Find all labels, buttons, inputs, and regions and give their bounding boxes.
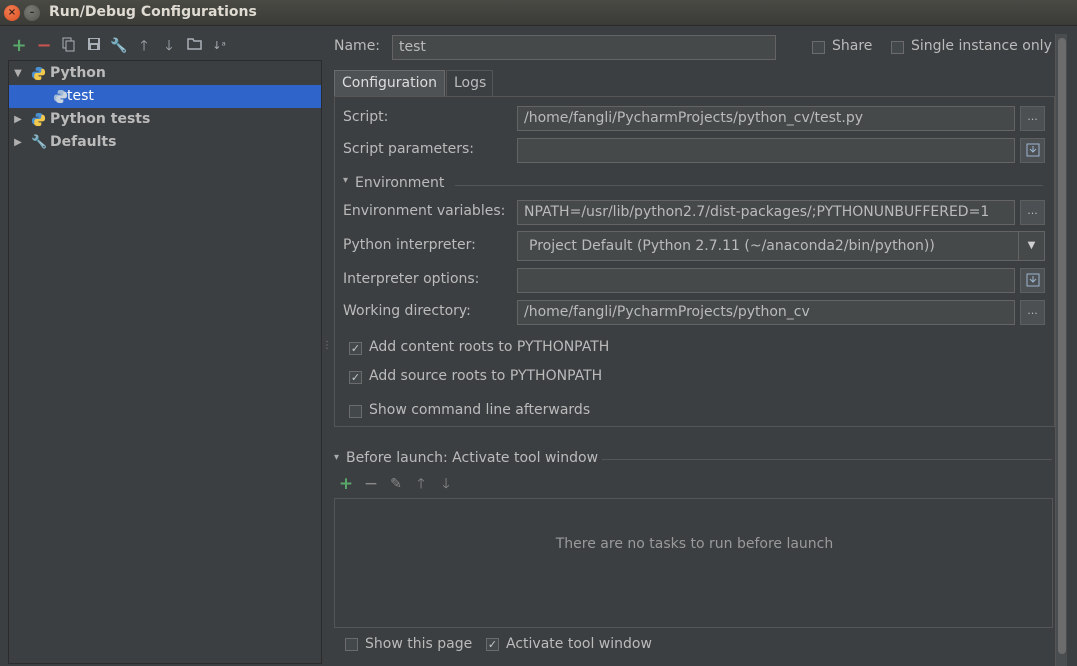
script-parameters-label: Script parameters:: [343, 141, 474, 157]
working-directory-label: Working directory:: [343, 303, 471, 319]
python-config-icon: [53, 89, 68, 104]
python-interpreter-select[interactable]: Project Default (Python 2.7.11 (~/anacon…: [517, 231, 1045, 261]
arrow-down-icon[interactable]: 🡓: [160, 37, 178, 55]
script-label: Script:: [343, 109, 389, 125]
window-close-icon[interactable]: ×: [4, 5, 20, 21]
python-icon: [31, 66, 46, 81]
environment-variables-input[interactable]: NPATH=/usr/lib/python2.7/dist-packages/;…: [517, 200, 1015, 225]
add-source-roots-label: Add source roots to PYTHONPATH: [369, 368, 603, 384]
wrench-icon[interactable]: 🔧: [110, 37, 128, 55]
interpreter-options-input[interactable]: [517, 268, 1015, 293]
single-instance-checkbox[interactable]: [891, 41, 904, 54]
environment-section-title: Environment: [355, 175, 445, 191]
expand-arrow-icon[interactable]: ▼: [12, 62, 24, 85]
tree-node-python-tests[interactable]: ▶ Python tests: [9, 108, 321, 131]
expand-options-icon[interactable]: [1020, 268, 1045, 293]
collapse-before-launch-icon[interactable]: ▾: [334, 452, 339, 463]
tree-node-label: test: [67, 88, 94, 104]
name-label: Name:: [334, 38, 381, 54]
title-bar: × – Run/Debug Configurations: [0, 0, 1077, 26]
tree-node-defaults[interactable]: ▶ 🔧 Defaults: [9, 131, 321, 154]
share-label: Share: [832, 38, 873, 54]
configurations-pane: + − 🔧 🡑 🡓 ↓ᵃ ▼ Python test ▶ Python test…: [0, 27, 322, 666]
tab-configuration[interactable]: Configuration: [334, 70, 445, 97]
scrollbar-thumb[interactable]: [1058, 38, 1066, 654]
tree-node-test[interactable]: test: [9, 85, 321, 108]
minus-icon[interactable]: −: [35, 37, 53, 55]
window-minimize-icon[interactable]: –: [24, 5, 40, 21]
vertical-scrollbar[interactable]: [1055, 34, 1067, 666]
working-directory-input[interactable]: /home/fangli/PycharmProjects/python_cv: [517, 300, 1015, 325]
folder-icon[interactable]: [185, 37, 203, 55]
copy-icon[interactable]: [60, 37, 78, 55]
collapse-environment-icon[interactable]: ▾: [343, 175, 348, 186]
environment-variables-label: Environment variables:: [343, 203, 506, 219]
browse-working-dir-button[interactable]: ...: [1020, 300, 1045, 325]
expand-parameters-icon[interactable]: [1020, 138, 1045, 163]
python-tests-icon: [31, 112, 46, 127]
before-launch-task-list[interactable]: There are no tasks to run before launch: [334, 498, 1053, 628]
single-instance-label: Single instance only: [911, 38, 1052, 54]
show-command-line-checkbox[interactable]: [349, 405, 362, 418]
tree-node-python[interactable]: ▼ Python: [9, 62, 321, 85]
browse-script-button[interactable]: ...: [1020, 106, 1045, 131]
move-task-down-icon[interactable]: 🡓: [438, 475, 454, 493]
share-checkbox[interactable]: [812, 41, 825, 54]
python-interpreter-label: Python interpreter:: [343, 237, 476, 253]
empty-tasks-message: There are no tasks to run before launch: [555, 536, 834, 552]
show-this-page-checkbox[interactable]: [345, 638, 358, 651]
configuration-editor: Name: test Share Single instance only Co…: [326, 27, 1077, 666]
tree-node-label: Python: [50, 65, 106, 81]
chevron-down-icon[interactable]: ▼: [1018, 232, 1044, 260]
activate-tool-window-checkbox[interactable]: ✓: [486, 638, 499, 651]
before-launch-title: Before launch: Activate tool window: [346, 450, 599, 466]
configurations-tree[interactable]: ▼ Python test ▶ Python tests ▶ 🔧 Default…: [8, 60, 322, 664]
add-source-roots-checkbox[interactable]: ✓: [349, 371, 362, 384]
activate-tool-window-label: Activate tool window: [506, 636, 652, 652]
edit-task-icon[interactable]: ✎: [388, 475, 404, 493]
tree-node-label: Python tests: [50, 111, 151, 127]
environment-separator: [455, 185, 1043, 186]
edit-env-vars-button[interactable]: ...: [1020, 200, 1045, 225]
add-content-roots-label: Add content roots to PYTHONPATH: [369, 339, 610, 355]
script-parameters-input[interactable]: [517, 138, 1015, 163]
expand-arrow-icon[interactable]: ▶: [12, 131, 24, 154]
wrench-icon: 🔧: [31, 135, 48, 150]
show-this-page-label: Show this page: [365, 636, 473, 652]
configuration-panel: Script: /home/fangli/PycharmProjects/pyt…: [334, 96, 1055, 427]
add-content-roots-checkbox[interactable]: ✓: [349, 342, 362, 355]
add-task-icon[interactable]: +: [338, 475, 354, 493]
move-task-up-icon[interactable]: 🡑: [413, 475, 429, 493]
plus-icon[interactable]: +: [10, 37, 28, 55]
window-title: Run/Debug Configurations: [49, 4, 257, 20]
tree-toolbar: + − 🔧 🡑 🡓 ↓ᵃ: [8, 37, 318, 55]
script-input[interactable]: /home/fangli/PycharmProjects/python_cv/t…: [517, 106, 1015, 131]
arrow-up-icon[interactable]: 🡑: [135, 37, 153, 55]
save-icon[interactable]: [85, 37, 103, 55]
remove-task-icon[interactable]: −: [363, 475, 379, 493]
before-launch-separator: [602, 459, 1052, 460]
expand-arrow-icon[interactable]: ▶: [12, 108, 24, 131]
show-command-line-label: Show command line afterwards: [369, 402, 591, 418]
name-input[interactable]: test: [392, 35, 776, 60]
tree-node-label: Defaults: [50, 134, 117, 150]
sort-icon[interactable]: ↓ᵃ: [210, 37, 228, 55]
python-interpreter-value: Project Default (Python 2.7.11 (~/anacon…: [529, 238, 935, 254]
tab-logs[interactable]: Logs: [446, 70, 493, 97]
interpreter-options-label: Interpreter options:: [343, 271, 480, 287]
